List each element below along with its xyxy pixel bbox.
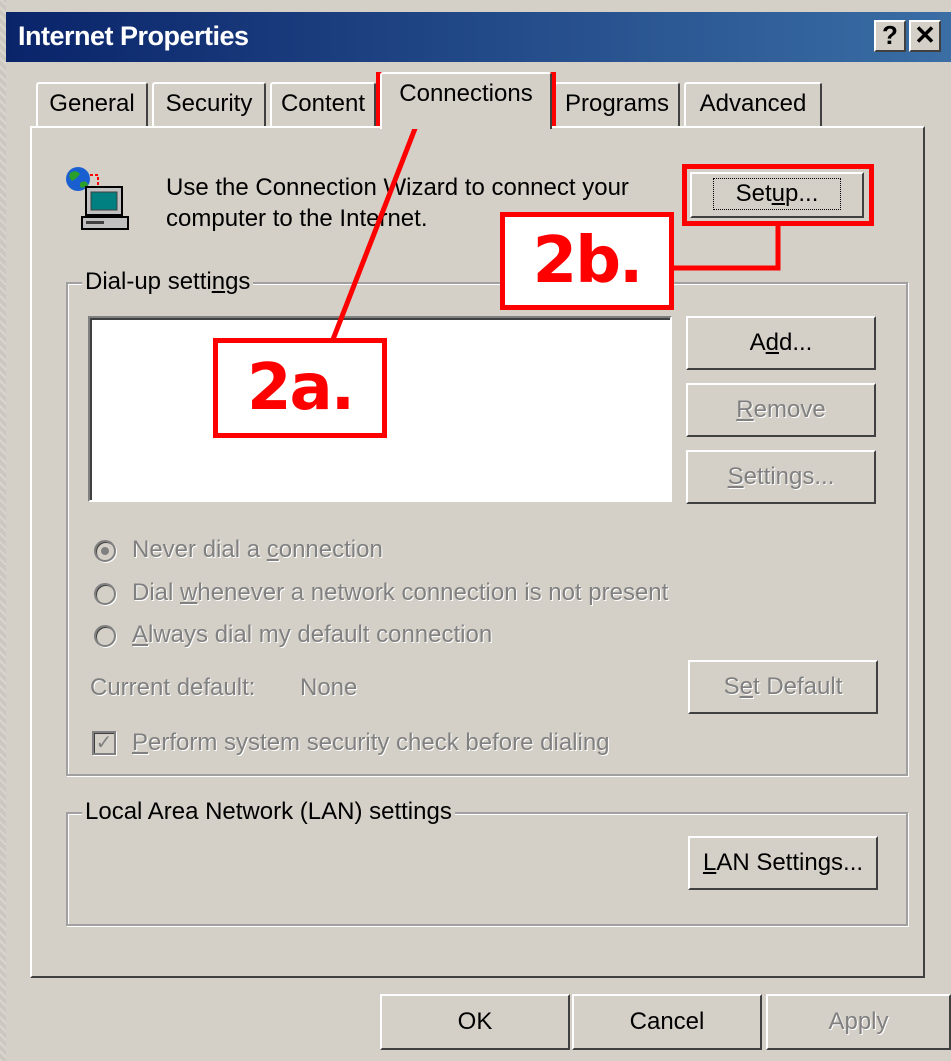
- wizard-text-line2: computer to the Internet.: [166, 205, 428, 232]
- checkmark-icon: ✓: [95, 732, 113, 754]
- tab-label: Content: [280, 90, 366, 117]
- connection-wizard-icon: [66, 167, 129, 230]
- tab-label: Programs: [564, 90, 670, 117]
- tab-advanced[interactable]: Advanced: [684, 82, 822, 127]
- security-check-label: Perform system security check before dia…: [132, 729, 610, 756]
- wizard-text-line1: Use the Connection Wizard to connect you…: [166, 174, 629, 201]
- close-button[interactable]: ✕: [909, 20, 941, 52]
- close-icon: ✕: [914, 20, 936, 50]
- current-default-value: None: [300, 674, 358, 701]
- cancel-label: Cancel: [629, 1008, 705, 1035]
- lan-settings-label: Local Area Network (LAN) settings: [82, 798, 455, 826]
- dialup-settings-label: Dial-up settings: [82, 268, 254, 296]
- settings-button[interactable]: Settings...: [686, 450, 876, 504]
- remove-button[interactable]: Remove: [686, 383, 876, 437]
- add-button[interactable]: Add...: [686, 316, 876, 370]
- highlight-setup-button: [682, 164, 874, 226]
- tab-label: Advanced: [699, 90, 807, 117]
- radio-always-dial-label: Always dial my default connection: [132, 621, 493, 648]
- radio-dial-whenever-label: Dial whenever a network connection is no…: [132, 579, 669, 606]
- tab-label: Connections: [399, 80, 533, 107]
- radio-always-dial[interactable]: [94, 625, 116, 647]
- radio-never-dial[interactable]: [94, 540, 116, 562]
- radio-never-dial-label: Never dial a connection: [132, 536, 383, 563]
- set-default-button[interactable]: Set Default: [688, 660, 878, 714]
- internet-properties-dialog: Internet Properties ? ✕ General Security…: [6, 0, 951, 1061]
- callout-2b: 2b.: [500, 212, 674, 310]
- help-icon: ?: [882, 20, 898, 50]
- cancel-button[interactable]: Cancel: [572, 994, 762, 1050]
- apply-label: Apply: [828, 1008, 889, 1035]
- ok-button[interactable]: OK: [380, 994, 570, 1050]
- tab-content[interactable]: Content: [270, 82, 376, 127]
- ok-label: OK: [457, 1008, 493, 1035]
- tab-programs[interactable]: Programs: [554, 82, 680, 127]
- tab-security[interactable]: Security: [152, 82, 266, 127]
- tab-general[interactable]: General: [36, 82, 148, 127]
- tab-connections[interactable]: Connections: [380, 72, 552, 129]
- tab-label: Security: [165, 90, 253, 117]
- lan-settings-button[interactable]: LAN Settings...: [688, 836, 878, 890]
- current-default-label: Current default:: [90, 674, 256, 701]
- radio-dial-whenever[interactable]: [94, 583, 116, 605]
- title-bar[interactable]: Internet Properties ? ✕: [6, 12, 951, 62]
- window-title: Internet Properties: [18, 21, 249, 51]
- callout-2a: 2a.: [213, 338, 387, 438]
- help-button[interactable]: ?: [874, 20, 906, 52]
- security-check-checkbox[interactable]: ✓: [92, 731, 116, 755]
- apply-button[interactable]: Apply: [766, 994, 951, 1050]
- tab-label: General: [49, 90, 135, 117]
